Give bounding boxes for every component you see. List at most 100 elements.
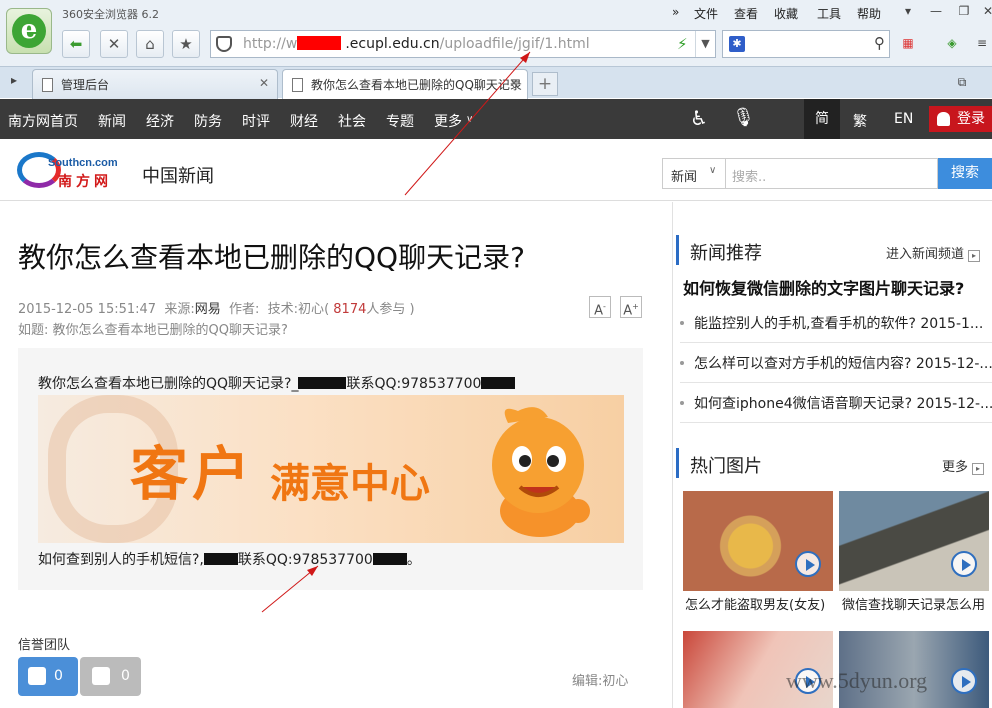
brand-name: 南方网	[58, 173, 112, 189]
login-label: 登录	[957, 111, 985, 127]
news-item[interactable]: 能监控别人的手机,查看手机的软件? 2015-1...	[680, 303, 992, 343]
chevron-down-icon: ∨	[709, 165, 717, 176]
sidebar-toggle-icon[interactable]: ▸	[2, 71, 26, 89]
article-title: 教你怎么查看本地已删除的QQ聊天记录?	[18, 241, 525, 274]
pics-more-link[interactable]: 更多 ▸	[942, 456, 985, 475]
address-text[interactable]: http://w .ecupl.edu.cn/uploadfile/jgif/1.…	[243, 36, 590, 52]
favorite-star-button[interactable]: ★	[172, 30, 200, 58]
browser-logo-icon: e	[6, 8, 52, 54]
news-item[interactable]: 如何查iphone4微信语音聊天记录? 2015-12-...	[680, 383, 992, 423]
arrow-right-icon: ▸	[968, 250, 981, 262]
font-decrease-button[interactable]: A-	[589, 296, 611, 318]
speed-mode-icon[interactable]: ⚡	[677, 35, 688, 53]
play-icon[interactable]	[951, 668, 977, 694]
new-tab-button[interactable]: +	[532, 72, 558, 96]
play-icon[interactable]	[795, 551, 821, 577]
more-icon[interactable]: ≡	[970, 34, 992, 52]
security-shield-icon[interactable]	[216, 36, 232, 52]
like-count: 0	[54, 668, 63, 684]
article-paragraph-1: 教你怎么查看本地已删除的QQ聊天记录?_ 联系QQ:978537700	[38, 373, 516, 393]
thumbs-down-icon	[92, 667, 110, 685]
menu-view[interactable]: 查看	[734, 5, 758, 22]
menu-help[interactable]: 帮助	[857, 5, 881, 22]
nav-commentary[interactable]: 时评	[242, 111, 270, 131]
mascot-image	[492, 407, 590, 537]
headline-link[interactable]: 如何恢复微信删除的文字图片聊天记录?	[683, 275, 964, 299]
search-input[interactable]: 搜索..	[726, 158, 938, 189]
editor-credit: 编辑:初心	[572, 674, 629, 689]
nav-more[interactable]: 更多	[434, 111, 462, 131]
article-source[interactable]: 网易	[195, 302, 221, 317]
author-label: 作者:	[229, 302, 260, 317]
nav-society[interactable]: 社会	[338, 111, 366, 131]
watermark: www.5dyun.org	[786, 668, 928, 693]
lang-english[interactable]: EN	[894, 111, 913, 127]
article-date: 2015-12-05 15:51:47	[18, 302, 157, 317]
tab-bar: ▸ 管理后台 ✕ 教你怎么查看本地已删除的QQ聊天记录 ✕ + ⧉	[0, 66, 992, 99]
redaction-mark	[297, 36, 341, 50]
tab-label: 管理后台	[61, 78, 110, 92]
close-window-icon[interactable]: ✕	[976, 2, 992, 20]
play-icon[interactable]	[951, 551, 977, 577]
window-title: 360安全浏览器 6.2	[62, 8, 159, 21]
pic-truck[interactable]	[839, 491, 989, 591]
news-channel-label: 进入新闻频道	[886, 247, 965, 262]
nav-economy[interactable]: 经济	[146, 111, 174, 131]
stop-button[interactable]: ✕	[100, 30, 128, 58]
menu-expand-icon[interactable]: »	[672, 5, 679, 19]
address-dropdown-icon[interactable]: ▼	[695, 31, 715, 57]
nav-finance[interactable]: 财经	[290, 111, 318, 131]
pic-caption[interactable]: 怎么才能盗取男友(女友)	[685, 594, 833, 613]
search-category-select[interactable]: 新闻 ∨	[662, 158, 726, 189]
search-button[interactable]: 搜索	[938, 158, 992, 189]
dislike-count: 0	[121, 668, 130, 684]
menu-tools[interactable]: 工具	[817, 5, 841, 22]
pic-caption[interactable]: 微信查找聊天记录怎么用	[842, 594, 992, 613]
font-increase-button[interactable]: A+	[620, 296, 642, 318]
menu-file[interactable]: 文件	[694, 5, 718, 22]
restore-icon[interactable]: ❐	[952, 2, 976, 20]
font-small-label: A	[594, 303, 603, 319]
tab-admin[interactable]: 管理后台 ✕	[32, 69, 278, 99]
customer-service-banner: 客户 满意中心	[38, 395, 624, 543]
search-icon[interactable]: ⚲	[874, 34, 885, 52]
news-channel-link[interactable]: 进入新闻频道 ▸	[886, 243, 981, 262]
para2-text: 如何查到别人的手机短信?,	[38, 552, 204, 568]
close-tab-icon[interactable]: ✕	[259, 76, 269, 90]
redaction-block	[481, 377, 516, 389]
guard-shield-icon[interactable]: ◈	[940, 34, 964, 52]
microphone-icon[interactable]: 🎙	[732, 107, 755, 128]
address-bar[interactable]: http://w .ecupl.edu.cn/uploadfile/jgif/1.…	[210, 30, 716, 58]
dislike-button[interactable]: 0	[80, 657, 141, 696]
nav-home[interactable]: 南方网首页	[8, 111, 78, 131]
tab-article[interactable]: 教你怎么查看本地已删除的QQ聊天记录 ✕	[282, 69, 528, 99]
pic-medal[interactable]	[683, 491, 833, 591]
nav-topics[interactable]: 专题	[386, 111, 414, 131]
close-tab-icon[interactable]: ✕	[509, 76, 519, 90]
back-button[interactable]: ⬅	[62, 30, 90, 58]
login-button[interactable]: 登录	[929, 106, 992, 132]
nav-news[interactable]: 新闻	[98, 111, 126, 131]
tab-list-icon[interactable]: ⧉	[950, 73, 974, 91]
skin-icon[interactable]: ▾	[896, 2, 920, 20]
lang-traditional[interactable]: 繁	[853, 111, 867, 131]
menu-favorites[interactable]: 收藏	[774, 5, 798, 22]
like-button[interactable]: 0	[18, 657, 78, 696]
related-line: 如题: 教你怎么查看本地已删除的QQ聊天记录?	[18, 323, 288, 338]
tech-label: 技术:初心	[267, 302, 325, 317]
lang-simplified[interactable]: 简	[804, 99, 840, 139]
nav-defense[interactable]: 防务	[194, 111, 222, 131]
user-icon	[937, 112, 950, 126]
minimize-icon[interactable]: —	[924, 2, 948, 20]
browser-search-box[interactable]: ✱ ⚲	[722, 30, 890, 58]
accessibility-icon[interactable]: ♿	[690, 106, 708, 130]
apps-icon[interactable]: ▦	[896, 34, 920, 52]
baidu-paw-icon[interactable]: ✱	[729, 36, 745, 52]
redaction-block	[298, 377, 347, 389]
news-recommend-title: 新闻推荐	[690, 243, 762, 264]
home-button[interactable]: ⌂	[136, 30, 164, 58]
para1-text: 教你怎么查看本地已删除的QQ聊天记录?_	[38, 376, 299, 392]
news-item[interactable]: 怎么样可以查对方手机的短信内容? 2015-12-...	[680, 343, 992, 383]
channel-title[interactable]: 中国新闻	[142, 162, 214, 188]
page-icon	[292, 78, 303, 92]
